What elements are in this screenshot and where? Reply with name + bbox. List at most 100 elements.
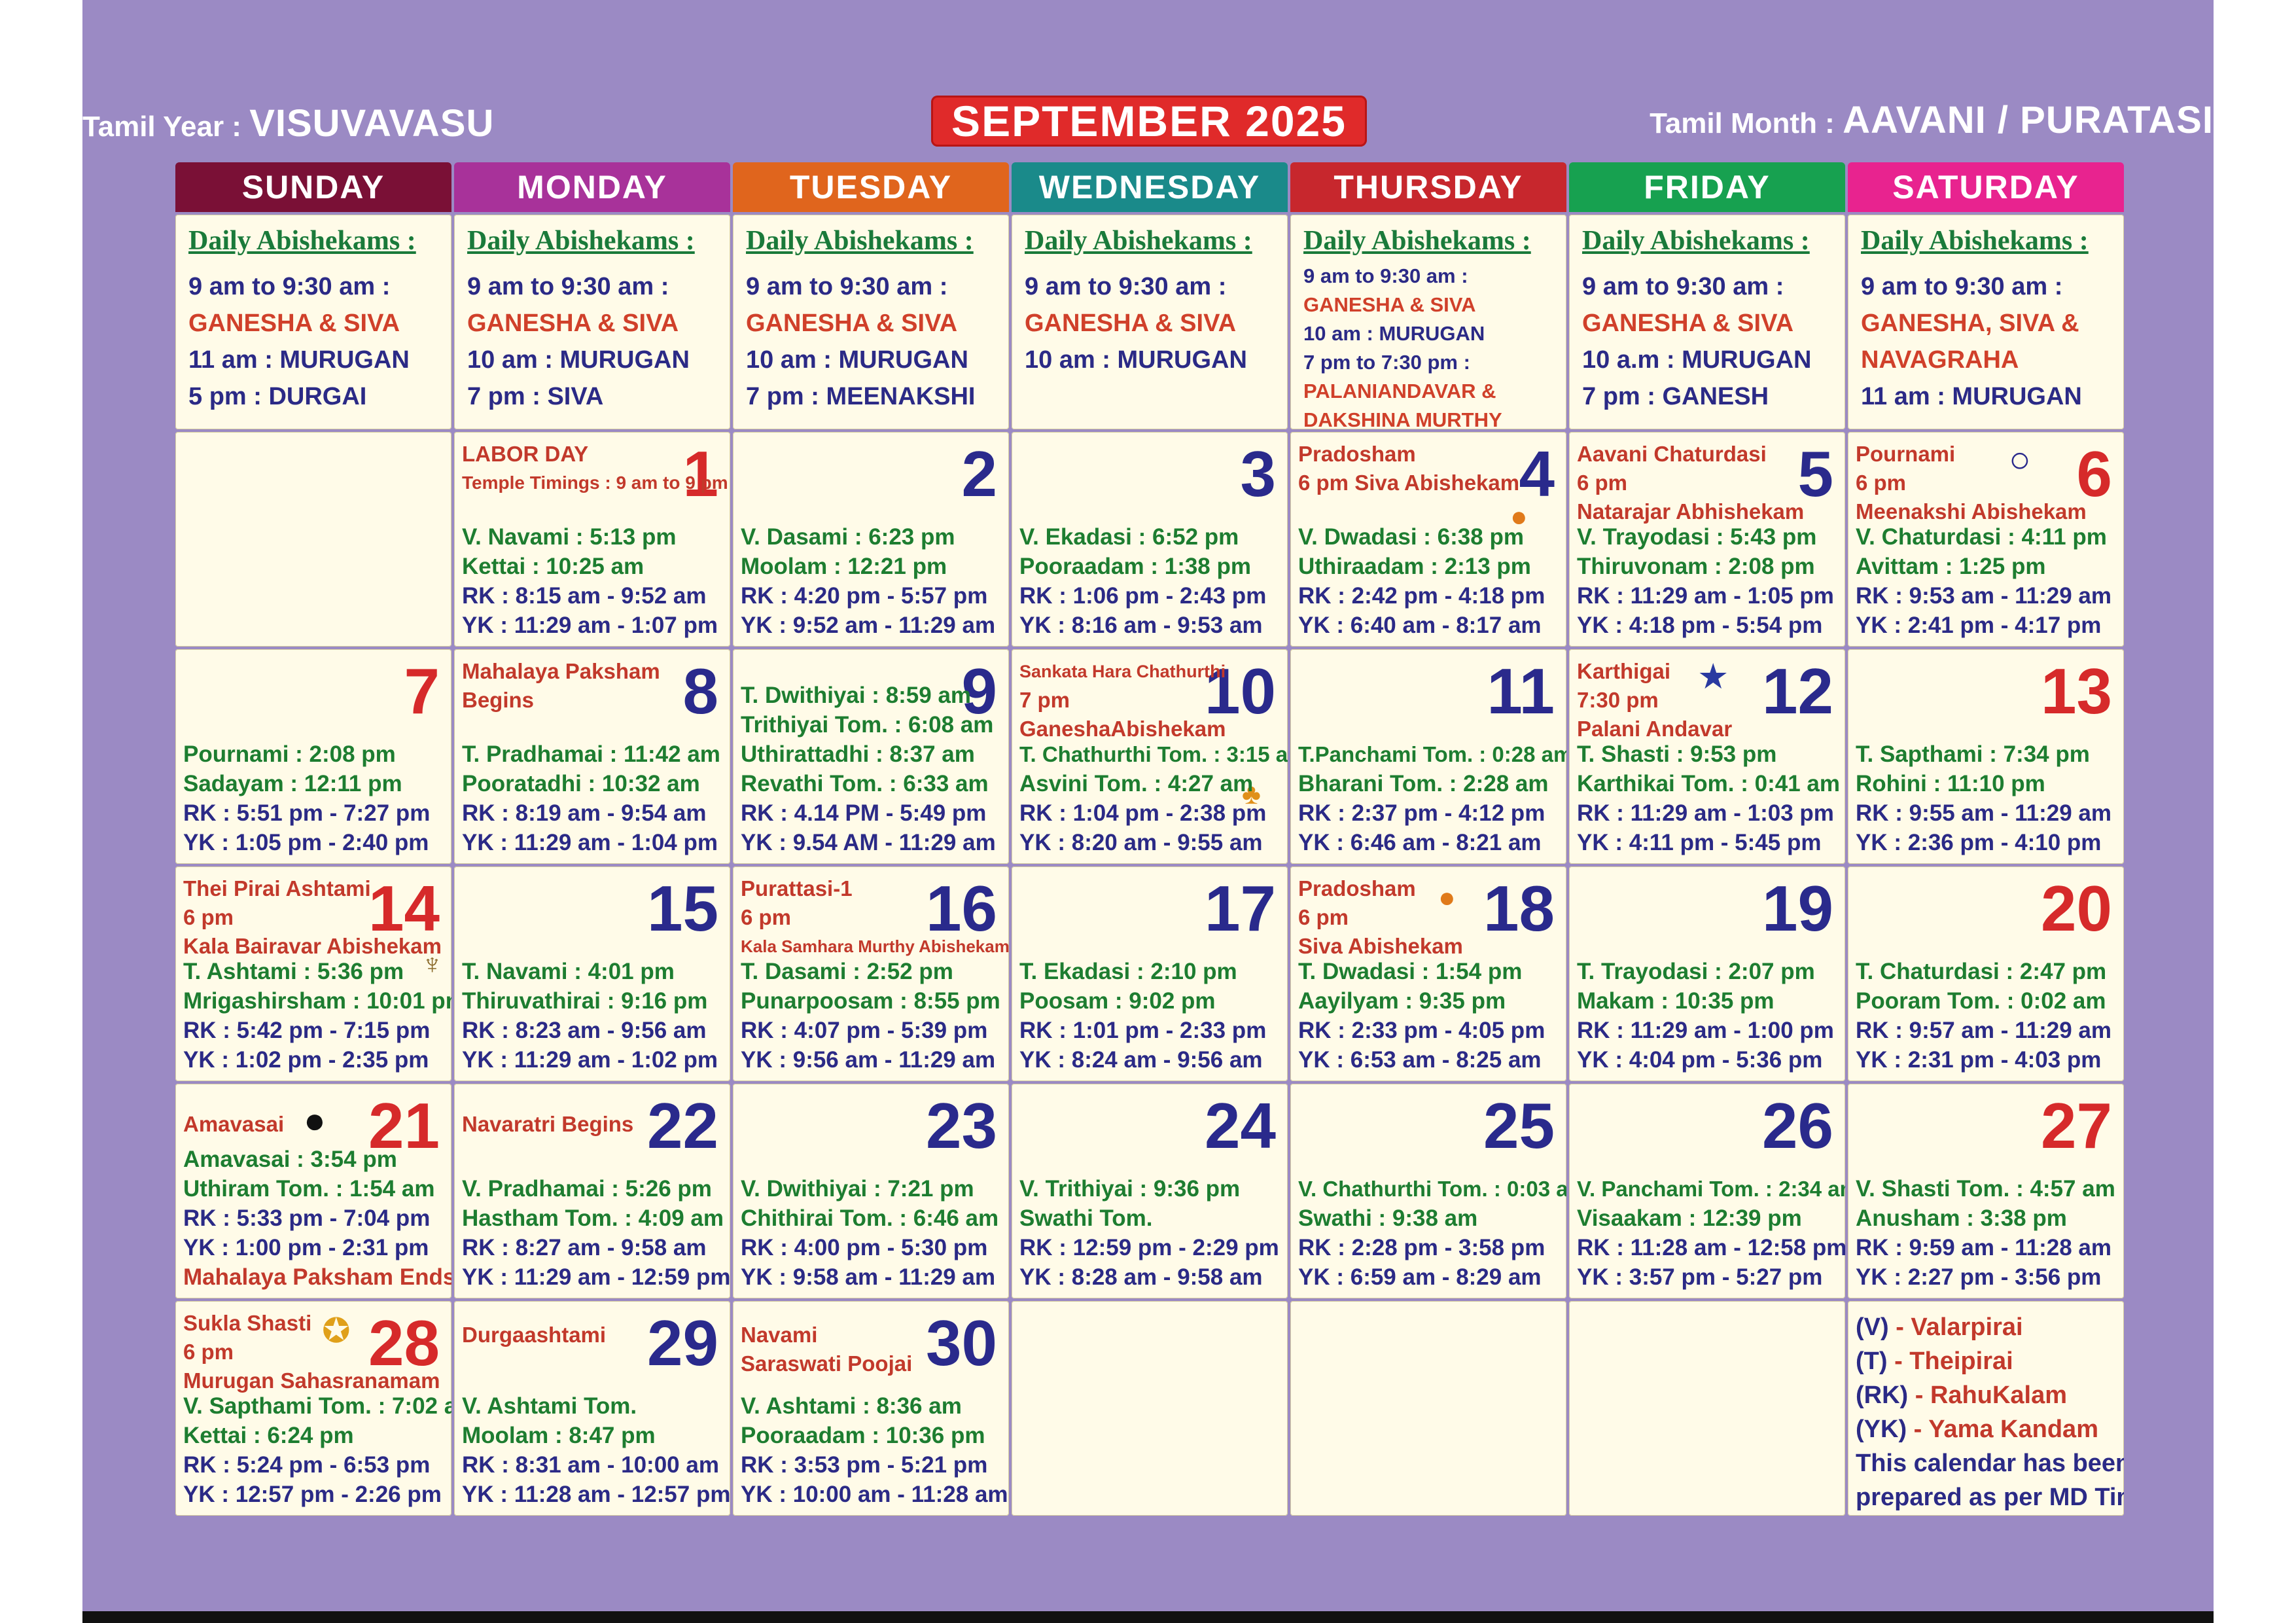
day-cell-22[interactable]: 22 Navaratri Begins V. Pradhamai : 5:26 … [454, 1084, 730, 1298]
day-info: T. Chaturdasi : 2:47 pm Pooram Tom. : 0:… [1856, 957, 2111, 1075]
nakshatra: Pooratadhi : 10:32 am [462, 771, 700, 796]
yama-kandam: YK : 6:46 am - 8:21 am [1298, 830, 1542, 855]
day-info: T. Sapthami : 7:34 pm Rohini : 11:10 pm … [1856, 740, 2111, 857]
rahu-kalam: RK : 5:33 pm - 7:04 pm [183, 1205, 431, 1231]
tithi: V. Trayodasi : 5:43 pm [1577, 524, 1817, 550]
nakshatra: Anusham : 3:38 pm [1856, 1205, 2067, 1231]
date-number: 4 [1519, 438, 1555, 510]
tithi: V. Shasti Tom. : 4:57 am [1856, 1176, 2115, 1202]
nakshatra: Pooraadam : 10:36 pm [741, 1423, 985, 1448]
day-cell-29[interactable]: 29 Durgaashtami V. Ashtami Tom. Moolam :… [454, 1301, 730, 1516]
event-line: Saraswati Poojai [741, 1351, 913, 1376]
day-cell-10[interactable]: 10 Sankata Hara Chathurthi 7 pm GaneshaA… [1012, 649, 1288, 864]
day-cell-11[interactable]: 11 T.Panchami Tom. : 0:28 am Bharani Tom… [1290, 649, 1566, 864]
legend-key: (V) [1856, 1313, 1889, 1341]
nakshatra: Rohini : 11:10 pm [1856, 771, 2045, 796]
abhishekam-friday: Daily Abishekams : 9 am to 9:30 am : GAN… [1569, 215, 1845, 429]
day-cell-6[interactable]: 6 ○ Pournami 6 pm Meenakshi Abishekam V.… [1848, 432, 2124, 647]
event-line: 6 pm [183, 1340, 234, 1364]
day-cell-14[interactable]: 14 Thei Pirai Ashtami 6 pm Kala Bairavar… [175, 866, 451, 1081]
day-info: T. Dwadasi : 1:54 pm Aayilyam : 9:35 pm … [1298, 957, 1545, 1075]
day-cell-5[interactable]: 5 Aavani Chaturdasi 6 pm Natarajar Abhis… [1569, 432, 1845, 647]
rahu-kalam: RK : 2:42 pm - 4:18 pm [1298, 583, 1545, 609]
nakshatra: Pooram Tom. : 0:02 am [1856, 988, 2106, 1014]
abhishekam-tuesday: Daily Abishekams : 9 am to 9:30 am : GAN… [733, 215, 1009, 429]
abhishekam-title: Daily Abishekams : [1303, 226, 1531, 256]
day-cell-26[interactable]: 26 V. Panchami Tom. : 2:34 am Visaakam :… [1569, 1084, 1845, 1298]
rahu-kalam: RK : 11:28 am - 12:58 pm [1577, 1235, 1845, 1260]
abh-line: GANESHA, SIVA & [1861, 310, 2079, 337]
day-cell-15[interactable]: 15 T. Navami : 4:01 pm Thiruvathirai : 9… [454, 866, 730, 1081]
day-cell-27[interactable]: 27 V. Shasti Tom. : 4:57 am Anusham : 3:… [1848, 1084, 2124, 1298]
rahu-kalam: RK : 1:04 pm - 2:38 pm [1019, 800, 1267, 826]
day-cell-16[interactable]: 16 Purattasi-1 6 pm Kala Samhara Murthy … [733, 866, 1009, 1081]
rahu-kalam: RK : 4:00 pm - 5:30 pm [741, 1235, 988, 1260]
day-cell-24[interactable]: 24 V. Trithiyai : 9:36 pm Swathi Tom. RK… [1012, 1084, 1288, 1298]
day-cell-17[interactable]: 17 T. Ekadasi : 2:10 pm Poosam : 9:02 pm… [1012, 866, 1288, 1081]
event-text: Karthigai 7:30 pm Palani Andavar [1577, 657, 1732, 743]
day-info: T. Navami : 4:01 pm Thiruvathirai : 9:16… [462, 957, 718, 1075]
weekday-header-row: SUNDAY MONDAY TUESDAY WEDNESDAY THURSDAY… [175, 162, 2124, 212]
yama-kandam: YK : 4:11 pm - 5:45 pm [1577, 830, 1822, 855]
day-cell-7[interactable]: 7 Pournami : 2:08 pm Sadayam : 12:11 pm … [175, 649, 451, 864]
day-info: T.Panchami Tom. : 0:28 am Bharani Tom. :… [1298, 740, 1566, 857]
day-cell-3[interactable]: 3 V. Ekadasi : 6:52 pm Pooraadam : 1:38 … [1012, 432, 1288, 647]
yama-kandam: YK : 2:31 pm - 4:03 pm [1856, 1047, 2102, 1073]
nakshatra: Uthirattadhi : 8:37 am [741, 741, 975, 767]
day-cell-4[interactable]: 4 Pradosham 6 pm Siva Abishekam ● V. Dwa… [1290, 432, 1566, 647]
day-cell-9[interactable]: 9 T. Dwithiyai : 8:59 am Trithiyai Tom. … [733, 649, 1009, 864]
tithi: T. Sapthami : 7:34 pm [1856, 741, 2090, 767]
day-info: V. Ashtami : 8:36 am Pooraadam : 10:36 p… [741, 1391, 1008, 1509]
day-cell-13[interactable]: 13 T. Sapthami : 7:34 pm Rohini : 11:10 … [1848, 649, 2124, 864]
event-text: Navami Saraswati Poojai [741, 1321, 912, 1378]
nakshatra: Kettai : 6:24 pm [183, 1423, 354, 1448]
tithi: V. Ekadasi : 6:52 pm [1019, 524, 1239, 550]
week-row-1: 1 LABOR DAY Temple Timings : 9 am to 9 p… [175, 432, 2124, 647]
abhishekam-title: Daily Abishekams : [188, 226, 416, 256]
day-info: V. Trayodasi : 5:43 pm Thiruvonam : 2:08… [1577, 522, 1834, 640]
abh-line: GANESHA & SIVA [1025, 310, 1237, 337]
tithi: V. Dwithiyai : 7:21 pm [741, 1176, 974, 1202]
day-cell-23[interactable]: 23 V. Dwithiyai : 7:21 pm Chithirai Tom.… [733, 1084, 1009, 1298]
day-cell-30[interactable]: 30 Navami Saraswati Poojai V. Ashtami : … [733, 1301, 1009, 1516]
day-cell-1[interactable]: 1 LABOR DAY Temple Timings : 9 am to 9 p… [454, 432, 730, 647]
day-cell-19[interactable]: 19 T. Trayodasi : 2:07 pm Makam : 10:35 … [1569, 866, 1845, 1081]
tithi: Pournami : 2:08 pm [183, 741, 396, 767]
tithi: T. Chathurthi Tom. : 3:15 am [1019, 742, 1288, 766]
abh-line: 10 a.m : MURUGAN [1582, 346, 1812, 374]
yama-kandam: YK : 11:29 am - 12:59 pm [462, 1264, 730, 1290]
day-info: T. Chathurthi Tom. : 3:15 am Asvini Tom.… [1019, 740, 1288, 857]
nakshatra: Thiruvathirai : 9:16 pm [462, 988, 708, 1014]
event-line: 6 pm [1298, 905, 1349, 929]
nakshatra: Visaakam : 12:39 pm [1577, 1205, 1802, 1231]
rahu-kalam: RK : 8:27 am - 9:58 am [462, 1235, 707, 1260]
day-info: T. Pradhamai : 11:42 am Pooratadhi : 10:… [462, 740, 720, 857]
rahu-kalam: RK : 3:53 pm - 5:21 pm [741, 1452, 988, 1478]
event-text: Amavasai [183, 1110, 284, 1139]
day-cell-21[interactable]: 21 Amavasai ● Amavasai : 3:54 pm Uthiram… [175, 1084, 451, 1298]
day-cell-12[interactable]: 12 ★ Karthigai 7:30 pm Palani Andavar T.… [1569, 649, 1845, 864]
nakshatra: Poosam : 9:02 pm [1019, 988, 1216, 1014]
event-line: Amavasai [183, 1112, 285, 1136]
nakshatra: Swathi Tom. [1019, 1205, 1153, 1231]
nakshatra: Asvini Tom. : 4:27 am [1019, 771, 1254, 796]
abh-line: 10 am : MURUGAN [746, 346, 968, 374]
yama-kandam: YK : 2:27 pm - 3:56 pm [1856, 1264, 2102, 1290]
tithi: T. Ekadasi : 2:10 pm [1019, 959, 1237, 984]
day-cell-25[interactable]: 25 V. Chathurthi Tom. : 0:03 am Swathi :… [1290, 1084, 1566, 1298]
event-text: Thei Pirai Ashtami 6 pm Kala Bairavar Ab… [183, 874, 442, 961]
day-cell-2[interactable]: 2 V. Dasami : 6:23 pm Moolam : 12:21 pm … [733, 432, 1009, 647]
event-line: 6 pm [1577, 471, 1628, 495]
date-number: 20 [2040, 872, 2112, 944]
day-cell-8[interactable]: 8 Mahalaya Paksham Begins T. Pradhamai :… [454, 649, 730, 864]
rahu-kalam: RK : 2:37 pm - 4:12 pm [1298, 800, 1545, 826]
legend-value: - Valarpirai [1896, 1313, 2023, 1341]
abh-line: 7 pm : MEENAKSHI [746, 383, 976, 410]
day-cell-20[interactable]: 20 T. Chaturdasi : 2:47 pm Pooram Tom. :… [1848, 866, 2124, 1081]
event-line: Mahalaya Paksham [462, 659, 660, 683]
abh-line: GANESHA & SIVA [1303, 293, 1476, 316]
day-cell-18[interactable]: 18 ● Pradosham 6 pm Siva Abishekam T. Dw… [1290, 866, 1566, 1081]
yama-kandam: YK : 8:16 am - 9:53 am [1019, 613, 1263, 638]
nakshatra-next: Revathi Tom. : 6:33 am [741, 771, 989, 796]
day-cell-28[interactable]: 28 ✪ Sukla Shasti 6 pm Murugan Sahasrana… [175, 1301, 451, 1516]
